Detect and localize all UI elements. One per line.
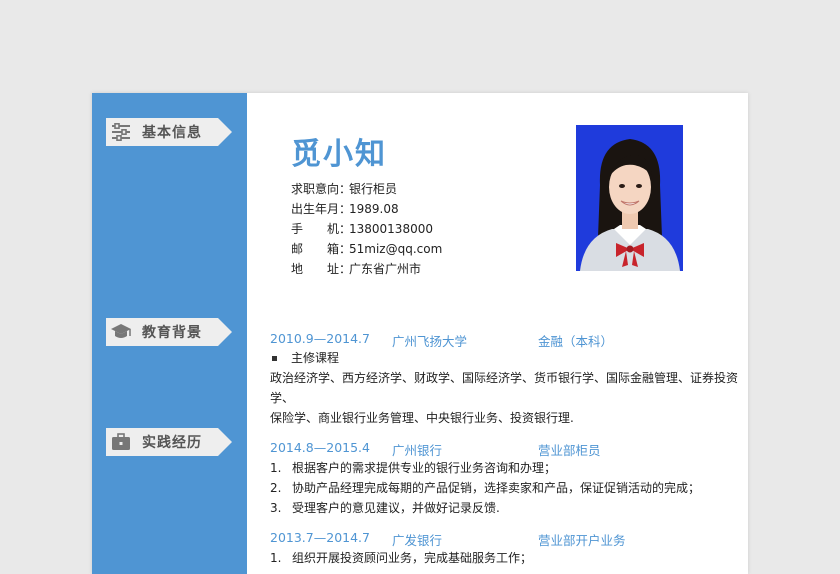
education-details: 主修课程 政治经济学、西方经济学、财政学、国际经济学、货币银行学、国际金融管理、… — [270, 348, 748, 428]
info-label: 求职意向： — [291, 182, 352, 196]
job-header: 2014.8—2015.4 广州银行 营业部柜员 — [270, 440, 601, 459]
section-label-education: 教育背景 — [106, 318, 232, 346]
info-row-phone: 手 机： 13800138000 — [291, 219, 442, 239]
duty-item: 1. 根据客户的需求提供专业的银行业务咨询和办理； — [270, 458, 700, 478]
info-value: 银行柜员 — [349, 182, 398, 196]
job-period: 2014.8—2015.4 — [270, 440, 370, 455]
candidate-name: 觅小知 — [291, 137, 387, 172]
duty-text: 组织开展投资顾问业务，完成基础服务工作； — [292, 551, 533, 565]
section-label-text: 实践经历 — [142, 435, 202, 451]
info-value: 13800138000 — [349, 222, 433, 236]
sliders-icon — [108, 118, 134, 146]
bullet-square-icon — [272, 355, 277, 361]
course-list-line: 保险学、商业银行业务管理、中央银行业务、投资银行理. — [270, 411, 574, 425]
duty-number: 1. — [270, 551, 282, 565]
duty-text: 协助产品经理完成每期的产品促销，选择卖家和产品，保证促销活动的完成； — [292, 481, 701, 495]
duty-item: 3. 受理客户的意见建议，并做好记录反馈. — [270, 498, 700, 518]
info-label: 邮 箱： — [291, 242, 352, 256]
info-label: 地 址： — [291, 262, 352, 276]
info-value: 51miz@qq.com — [349, 242, 443, 256]
job-company: 广州银行 — [392, 443, 443, 458]
job-header: 2013.7—2014.7 广发银行 营业部开户业务 — [270, 530, 626, 549]
section-label-text: 基本信息 — [142, 125, 202, 141]
info-row-email: 邮 箱： 51miz@qq.com — [291, 239, 442, 259]
job-role: 营业部柜员 — [538, 443, 601, 458]
job-duties: 1. 组织开展投资顾问业务，完成基础服务工作； — [270, 548, 532, 568]
duty-item: 2. 协助产品经理完成每期的产品促销，选择卖家和产品，保证促销活动的完成； — [270, 478, 700, 498]
info-row-birth: 出生年月： 1989.08 — [291, 199, 442, 219]
resume-page: 基本信息 教育背景 实践经历 觅小知 求职意向： 银行柜员 出生年月： 1989… — [92, 93, 748, 574]
duty-text: 根据客户的需求提供专业的银行业务咨询和办理； — [292, 461, 557, 475]
basic-info-list: 求职意向： 银行柜员 出生年月： 1989.08 手 机： 1380013800… — [291, 179, 442, 279]
section-label-basic-info: 基本信息 — [106, 118, 232, 146]
section-label-practice: 实践经历 — [106, 428, 232, 456]
info-label: 手 机： — [291, 222, 352, 236]
job-duties: 1. 根据客户的需求提供专业的银行业务咨询和办理； 2. 协助产品经理完成每期的… — [270, 458, 700, 518]
duty-number: 3. — [270, 501, 282, 515]
info-row-job-intent: 求职意向： 银行柜员 — [291, 179, 442, 199]
duty-number: 1. — [270, 461, 282, 475]
duty-number: 2. — [270, 481, 282, 495]
course-title-row: 主修课程 — [270, 348, 748, 368]
job-company: 广发银行 — [392, 533, 443, 548]
graduation-cap-icon — [108, 318, 134, 346]
briefcase-icon — [108, 428, 134, 456]
job-role: 营业部开户业务 — [538, 533, 626, 548]
section-label-text: 教育背景 — [142, 325, 202, 341]
duty-text: 受理客户的意见建议，并做好记录反馈. — [292, 501, 500, 515]
profile-photo — [576, 125, 683, 271]
course-title: 主修课程 — [291, 351, 340, 365]
info-row-address: 地 址： 广东省广州市 — [291, 259, 442, 279]
info-label: 出生年月： — [291, 202, 352, 216]
course-list-line: 政治经济学、西方经济学、财政学、国际经济学、货币银行学、国际金融管理、证券投资学… — [270, 371, 739, 405]
duty-item: 1. 组织开展投资顾问业务，完成基础服务工作； — [270, 548, 532, 568]
info-value: 广东省广州市 — [349, 262, 422, 276]
info-value: 1989.08 — [349, 202, 399, 216]
job-period: 2013.7—2014.7 — [270, 530, 370, 545]
